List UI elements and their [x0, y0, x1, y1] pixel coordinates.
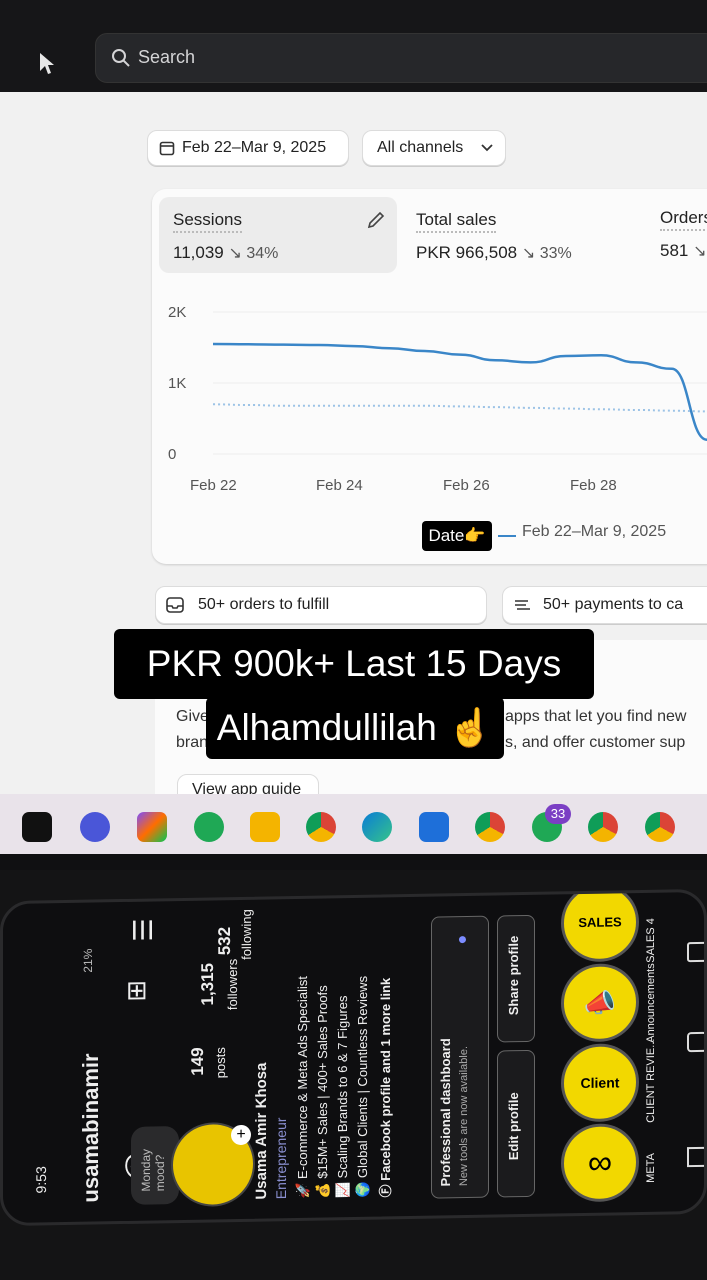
- x-tick-label: Feb 26: [443, 477, 490, 494]
- highlight-announcements-label: Announcements: [645, 963, 657, 1043]
- dashboard-title: Professional dashboard: [438, 1038, 453, 1187]
- phone: 9:53 21% usamabinamir @ ⊞ ☰ Monday mood?…: [0, 888, 707, 1227]
- profile-category: Entrepreneur: [273, 1117, 289, 1200]
- guide-text-1-right: apps that let you find new: [505, 708, 687, 725]
- followers-label: followers: [225, 958, 240, 1011]
- bio-line-4: 🌍 Global Clients | Countless Reviews: [355, 975, 370, 1198]
- guide-text-2-right: s, and offer customer sup: [505, 734, 686, 751]
- view-app-guide-label: View app guide: [192, 781, 302, 794]
- reels-tab-icon[interactable]: [687, 1031, 707, 1053]
- posts-label: posts: [213, 1047, 228, 1079]
- date-legend-tag: Date👉: [422, 521, 492, 551]
- y-tick-label: 1K: [168, 375, 186, 392]
- start-icon[interactable]: [22, 812, 52, 842]
- legend-line-icon: [498, 535, 516, 537]
- note-text: Monday mood?: [139, 1148, 167, 1192]
- view-app-guide-button[interactable]: View app guide: [177, 774, 319, 794]
- orders-label[interactable]: Orders: [660, 208, 707, 231]
- share-profile-label: Share profile: [506, 935, 521, 1016]
- phone-battery: 21%: [81, 948, 95, 973]
- bio-links[interactable]: Ⓕ Facebook profile and 1 more link: [375, 978, 394, 1198]
- chrome-profile-2-icon[interactable]: [588, 812, 618, 842]
- guide-text-2-left: bran: [176, 734, 209, 751]
- caption-line-1: PKR 900k+ Last 15 Days Sale: [114, 629, 594, 754]
- highlight-client-label: CLIENT REVIE...: [645, 1038, 657, 1123]
- legend-range: Feb 22–Mar 9, 2025: [522, 523, 667, 540]
- edge-icon[interactable]: [362, 812, 392, 842]
- dashboard-subtitle: New tools are now available.: [458, 1045, 470, 1187]
- bio-line-3: 📈 Scaling Brands to 6 & 7 Figures: [335, 995, 350, 1199]
- search-input[interactable]: Search: [95, 33, 707, 83]
- profile-name: Usama Amir Khosa: [253, 1062, 270, 1200]
- followers-count[interactable]: 1,315: [198, 963, 218, 1006]
- chrome-icon[interactable]: [306, 812, 336, 842]
- store-icon[interactable]: [419, 812, 449, 842]
- sessions-chart: 2K 1K 0 Feb 22 Feb 24 Feb 26 Feb 28: [168, 304, 707, 494]
- payments-label: 50+ payments to ca: [543, 596, 684, 613]
- sessions-label: Sessions: [173, 210, 242, 233]
- channels-label: All channels: [377, 139, 464, 156]
- total-sales-label[interactable]: Total sales: [416, 210, 497, 233]
- username[interactable]: usamabinamir: [78, 1053, 104, 1203]
- bio-line-2: 💰 $15M+ Sales | 400+ Sales Proofs: [315, 985, 330, 1199]
- add-icon[interactable]: ⊞: [121, 980, 152, 1002]
- orders-value: 581 ↘: [660, 241, 707, 260]
- highlight-announcements[interactable]: 📣: [561, 963, 639, 1043]
- whatsapp-icon[interactable]: [194, 812, 224, 842]
- highlight-meta[interactable]: ∞: [561, 1123, 639, 1203]
- series-line-comparison: [212, 403, 707, 413]
- posts-count[interactable]: 149: [188, 1047, 208, 1076]
- search-placeholder: Search: [138, 47, 196, 67]
- bio-line-1: 🚀 E-commerce & Meta Ads Specialist: [295, 975, 310, 1200]
- caption-line-2: Alhamdullilah ☝️: [206, 697, 504, 759]
- pencil-icon[interactable]: [366, 210, 386, 230]
- highlight-sales-label: SALES 4: [645, 918, 657, 963]
- y-tick-label: 0: [168, 446, 176, 463]
- teams-icon[interactable]: [80, 812, 110, 842]
- sessions-value: 11,039 ↘ 34%: [173, 243, 279, 262]
- copilot-icon[interactable]: [137, 812, 167, 842]
- tagged-tab-icon[interactable]: [687, 941, 707, 963]
- x-tick-label: Feb 24: [316, 477, 363, 494]
- menu-icon[interactable]: ☰: [128, 918, 159, 942]
- orders-to-fulfill-button[interactable]: 50+ orders to fulfill: [155, 586, 487, 624]
- chevron-down-icon: [481, 144, 493, 152]
- following-label: following: [239, 909, 254, 960]
- phone-time: 9:53: [33, 1166, 49, 1194]
- total-sales-value: PKR 966,508 ↘ 33%: [416, 243, 572, 262]
- monitor-screen: Search Feb 22–Mar 9, 2025 All channels S…: [0, 0, 707, 870]
- payments-button[interactable]: 50+ payments to ca: [502, 586, 707, 624]
- guide-text-1-left: Give: [176, 708, 209, 725]
- channels-dropdown[interactable]: All channels: [362, 130, 506, 166]
- highlight-sales[interactable]: SALES: [561, 888, 639, 963]
- following-count[interactable]: 532: [215, 927, 235, 956]
- calendar-icon: [159, 141, 175, 156]
- search-icon: [112, 49, 130, 67]
- chrome-profile-3-icon[interactable]: [645, 812, 675, 842]
- date-range-label: Feb 22–Mar 9, 2025: [182, 139, 327, 156]
- highlight-meta-label: META: [645, 1152, 657, 1183]
- y-tick-label: 2K: [168, 304, 186, 321]
- edit-profile-label: Edit profile: [506, 1092, 521, 1161]
- chrome-profile-icon[interactable]: [475, 812, 505, 842]
- orders-to-fulfill-label: 50+ orders to fulfill: [198, 596, 330, 613]
- series-line-current: [212, 342, 707, 442]
- file-explorer-icon[interactable]: [250, 812, 280, 842]
- highlight-client-reviews[interactable]: Client: [561, 1043, 639, 1123]
- date-range-button[interactable]: Feb 22–Mar 9, 2025: [147, 130, 349, 166]
- notification-badge: 33: [545, 804, 571, 824]
- inbox-icon: [166, 597, 184, 613]
- grid-tab-icon[interactable]: [687, 1146, 707, 1168]
- x-tick-label: Feb 22: [190, 477, 237, 494]
- payment-icon: [515, 600, 530, 610]
- mouse-cursor-icon: [40, 53, 54, 74]
- x-tick-label: Feb 28: [570, 477, 617, 494]
